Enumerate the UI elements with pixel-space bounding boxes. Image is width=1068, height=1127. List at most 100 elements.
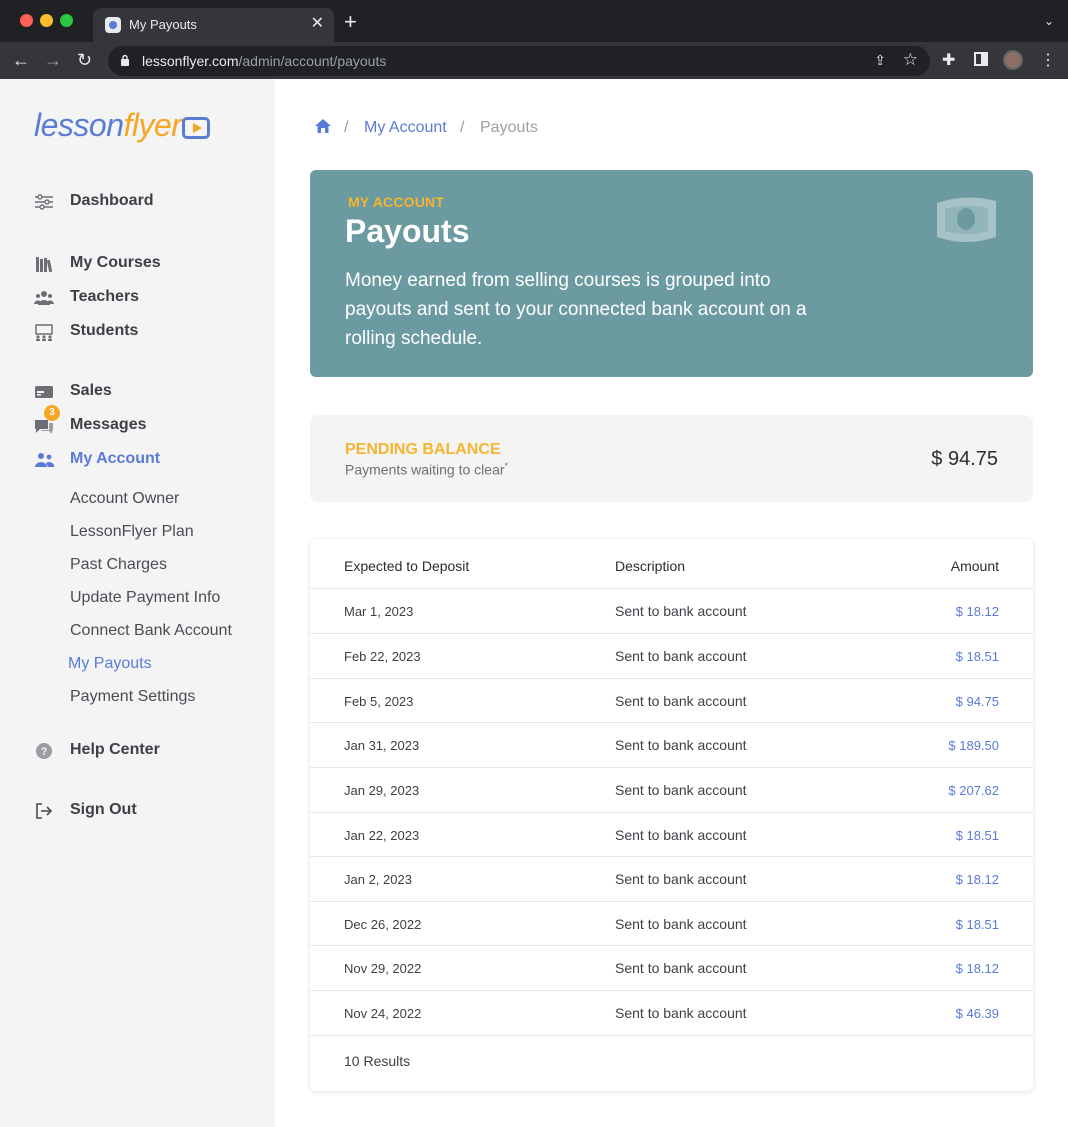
tab-title: My Payouts: [129, 17, 197, 32]
page-title: Payouts: [345, 213, 470, 249]
sidebar-item-messages[interactable]: 3 Messages: [34, 405, 264, 438]
minimize-window-button[interactable]: [40, 14, 53, 27]
sidebar-item-label: Messages: [70, 416, 147, 433]
row-description: Sent to bank account: [615, 693, 747, 709]
sidebar-item-dashboard[interactable]: Dashboard: [34, 190, 264, 214]
subnav-past-charges[interactable]: Past Charges: [70, 556, 167, 574]
subnav-lessonflyer-plan[interactable]: LessonFlyer Plan: [70, 523, 194, 541]
row-amount-link[interactable]: $ 18.51: [956, 828, 999, 843]
people-icon: [34, 291, 54, 305]
browser-tab[interactable]: My Payouts ✕: [93, 8, 334, 42]
subnav-my-payouts[interactable]: My Payouts: [68, 655, 152, 673]
sidebar: lessonflyer Dashboard My Courses Teacher…: [0, 79, 275, 1127]
table-row: Jan 31, 2023 Sent to bank account $ 189.…: [310, 722, 1033, 767]
sidebar-item-label: Dashboard: [70, 192, 154, 209]
sidebar-item-label: Sales: [70, 382, 112, 399]
table-row: Jan 2, 2023 Sent to bank account $ 18.12: [310, 856, 1033, 901]
row-description: Sent to bank account: [615, 782, 747, 798]
pending-balance-card: PENDING BALANCE Payments waiting to clea…: [310, 415, 1033, 502]
home-icon[interactable]: [314, 118, 332, 134]
sidebar-item-my-courses[interactable]: My Courses: [34, 252, 264, 276]
page-eyebrow: MY ACCOUNT: [348, 194, 445, 210]
row-amount-link[interactable]: $ 18.51: [956, 917, 999, 932]
column-header-amount: Amount: [950, 558, 999, 574]
row-description: Sent to bank account: [615, 916, 747, 932]
sidebar-item-help-center[interactable]: ? Help Center: [34, 739, 264, 763]
table-row: Feb 22, 2023 Sent to bank account $ 18.5…: [310, 633, 1033, 678]
breadcrumb-separator: /: [460, 119, 465, 136]
favicon-icon: [105, 17, 121, 33]
subnav-account-owner[interactable]: Account Owner: [70, 490, 179, 508]
tab-bar: My Payouts ✕ + ⌄: [0, 0, 1068, 42]
row-amount-link[interactable]: $ 18.51: [956, 649, 999, 664]
sidebar-item-label: Help Center: [70, 741, 160, 758]
books-icon: [36, 257, 53, 273]
results-count: 10 Results: [344, 1053, 411, 1069]
row-date: Feb 22, 2023: [344, 649, 421, 664]
row-date: Feb 5, 2023: [344, 694, 414, 709]
tab-search-chevron-icon[interactable]: ⌄: [1044, 14, 1054, 28]
page-header-banner: MY ACCOUNT Payouts Money earned from sel…: [310, 170, 1033, 377]
browser-chrome: My Payouts ✕ + ⌄ ← → ↻ lessonflyer.com/a…: [0, 0, 1068, 79]
new-tab-icon[interactable]: +: [344, 11, 357, 33]
sidebar-item-teachers[interactable]: Teachers: [34, 286, 264, 310]
maximize-window-button[interactable]: [60, 14, 73, 27]
table-divider: [310, 1035, 1033, 1036]
sidebar-item-label: Teachers: [70, 288, 140, 305]
page-description: Money earned from selling courses is gro…: [345, 270, 807, 349]
row-amount-link[interactable]: $ 94.75: [956, 694, 999, 709]
row-amount-link[interactable]: $ 46.39: [956, 1006, 999, 1021]
row-date: Mar 1, 2023: [344, 604, 414, 619]
logo-play-icon: [182, 117, 210, 139]
row-amount-link[interactable]: $ 189.50: [948, 738, 999, 753]
sidebar-item-sales[interactable]: Sales: [34, 380, 264, 404]
row-date: Dec 26, 2022: [344, 917, 422, 932]
row-amount-link[interactable]: $ 18.12: [956, 961, 999, 976]
sidebar-item-students[interactable]: Students: [34, 320, 264, 344]
side-panel-icon[interactable]: [974, 52, 988, 66]
close-window-button[interactable]: [20, 14, 33, 27]
row-date: Jan 29, 2023: [344, 783, 420, 798]
browser-menu-icon[interactable]: ⋮: [1040, 50, 1056, 70]
svg-text:?: ?: [41, 746, 48, 758]
lessonflyer-logo[interactable]: lessonflyer: [34, 105, 182, 145]
subnav-update-payment-info[interactable]: Update Payment Info: [70, 589, 220, 607]
reload-icon[interactable]: ↻: [77, 49, 92, 71]
row-amount-link[interactable]: $ 18.12: [956, 872, 999, 887]
sidebar-item-label: My Courses: [70, 254, 161, 271]
browser-toolbar: ← → ↻ lessonflyer.com/admin/account/payo…: [0, 42, 1068, 79]
row-date: Nov 29, 2022: [344, 961, 422, 976]
row-amount-link[interactable]: $ 207.62: [948, 783, 999, 798]
subnav-connect-bank-account[interactable]: Connect Bank Account: [70, 622, 232, 640]
messages-count-badge: 3: [44, 405, 60, 421]
row-date: Jan 31, 2023: [344, 738, 420, 753]
table-row: Nov 29, 2022 Sent to bank account $ 18.1…: [310, 945, 1033, 990]
extensions-puzzle-icon[interactable]: ✚: [942, 50, 955, 70]
share-icon[interactable]: ⇪: [874, 52, 886, 69]
address-bar[interactable]: lessonflyer.com/admin/account/payouts ⇪ …: [108, 46, 930, 76]
table-row: Feb 5, 2023 Sent to bank account $ 94.75: [310, 678, 1033, 723]
row-description: Sent to bank account: [615, 827, 747, 843]
subnav-payment-settings[interactable]: Payment Settings: [70, 688, 195, 706]
table-row: Dec 26, 2022 Sent to bank account $ 18.5…: [310, 901, 1033, 946]
row-description: Sent to bank account: [615, 960, 747, 976]
row-amount-link[interactable]: $ 18.12: [956, 604, 999, 619]
forward-arrow-icon[interactable]: →: [44, 49, 62, 71]
back-arrow-icon[interactable]: ←: [12, 49, 30, 71]
money-bill-icon: [937, 197, 996, 242]
breadcrumb-my-account-link[interactable]: My Account: [364, 119, 447, 137]
table-row: Jan 29, 2023 Sent to bank account $ 207.…: [310, 767, 1033, 812]
sidebar-item-my-account[interactable]: My Account: [34, 448, 264, 472]
sidebar-item-sign-out[interactable]: Sign Out: [34, 799, 264, 823]
row-date: Nov 24, 2022: [344, 1006, 422, 1021]
table-row: Mar 1, 2023 Sent to bank account $ 18.12: [310, 588, 1033, 633]
close-tab-icon[interactable]: ✕: [311, 14, 324, 34]
main-content: / My Account / Payouts MY ACCOUNT Payout…: [275, 79, 1068, 1127]
payouts-table: Expected to Deposit Description Amount M…: [310, 539, 1033, 1091]
column-header-date: Expected to Deposit: [344, 558, 470, 574]
profile-avatar[interactable]: [1003, 50, 1023, 70]
sidebar-item-label: My Account: [70, 450, 161, 467]
breadcrumb-current: Payouts: [480, 119, 538, 136]
bookmark-star-icon[interactable]: ☆: [903, 50, 918, 70]
users-icon: [35, 453, 54, 467]
